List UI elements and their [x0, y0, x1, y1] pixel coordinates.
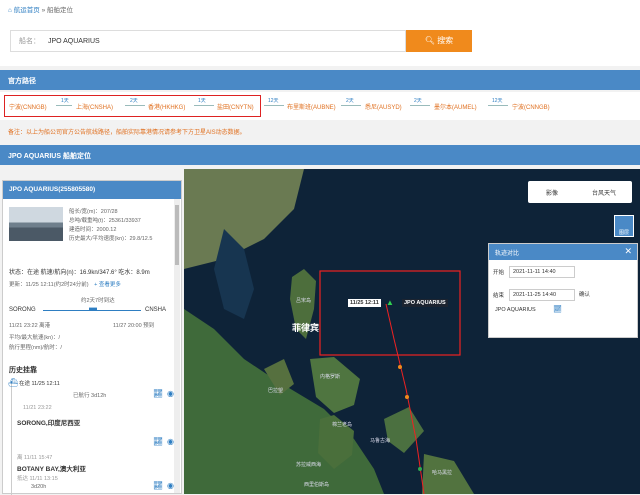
panel-scrollbar[interactable] [174, 199, 180, 493]
map-place: 吕宋岛 [296, 298, 312, 304]
distance-line: 航行里程(nm)/航时：/ [9, 345, 62, 351]
track-start-input[interactable]: 2021-11-11 14:40 [509, 266, 575, 278]
ship-time-label: 11/25 12:11 [348, 299, 381, 307]
history-sub: 抵达 11/11 13:15 [17, 476, 58, 482]
ship-name-label[interactable]: JPO AQUARIUS [402, 299, 448, 307]
ship-marker-icon[interactable]: ▲ [386, 298, 394, 307]
ship-info-line: 总吨/载重吨(t)：25361/33937 [69, 218, 141, 224]
history-title: 历史挂靠 [9, 367, 37, 374]
ship-status: 状态：在途 航速/航向(n)：16.9kn/347.6° 吃水：8.9m [9, 270, 150, 276]
track-end-input[interactable]: 2021-11-25 14:40 [509, 289, 575, 301]
more-link[interactable]: + 查看更多 [94, 282, 121, 288]
eye-icon[interactable]: ◉ [167, 437, 174, 446]
route-port[interactable]: 墨尔本(AUMEL) [434, 102, 477, 111]
speed-line: 平均/最大航速(kn)：/ [9, 335, 61, 341]
history-sub: 已航行 3d12h [73, 393, 107, 399]
map-place: 巴拉望 [268, 388, 284, 394]
route-leg: 2天 [346, 98, 354, 104]
ship-info-line: 历史最大/平均速度(kn)：29.8/12.5 [69, 236, 153, 242]
eye-icon[interactable]: ◉ [167, 481, 174, 490]
breadcrumb-home[interactable]: 航运首页 [14, 7, 40, 14]
route-arrow [488, 105, 508, 106]
route-port[interactable]: 布里斯班(AUBNE) [287, 102, 336, 111]
route-port[interactable]: 香港(HKHKG) [148, 102, 185, 111]
departure-time: 11/21 23:22 离港 [9, 323, 51, 329]
route-arrow [125, 105, 145, 106]
ship-photo[interactable] [9, 207, 63, 241]
history-timeline [11, 381, 12, 495]
route-leg: 1天 [61, 98, 69, 104]
update-time: 更新：11/25 12:11(约2时24分前) [9, 282, 89, 288]
route-port[interactable]: 盐田(CNYTN) [217, 102, 254, 111]
route-leg: 12天 [492, 98, 503, 104]
eye-icon[interactable]: ◉ [167, 389, 174, 398]
search-label: 船名： [19, 38, 40, 45]
map-place: 苏拉威西海 [296, 462, 322, 468]
map-place: 棉兰老岛 [332, 422, 353, 428]
route-arrow [410, 105, 430, 106]
search-input[interactable]: 船名： JPO AQUARIUS [10, 30, 406, 52]
breadcrumb-sep: » [41, 7, 46, 14]
ship-header: JPO AQUARIUS(255805580) [3, 181, 181, 199]
chart-icon[interactable]: 📈︎ [153, 481, 163, 490]
ship-update: 更新：11/25 12:11(约2时24分前) + 查看更多 [9, 280, 121, 288]
ship-info-line: 建造时间：2000.12 [69, 227, 117, 233]
chart-icon[interactable]: 📈︎ [553, 305, 562, 313]
route-port[interactable]: 宁波(CNNGB) [512, 102, 550, 111]
map-place: 西里伯斯岛 [304, 482, 330, 488]
route-leg: 1天 [198, 98, 206, 104]
map-country: 菲律宾 [292, 323, 320, 333]
search-icon: 🔍︎ [424, 36, 435, 45]
close-icon[interactable]: ✕ [624, 246, 632, 257]
search-area: 船名： JPO AQUARIUS 🔍︎ 搜索 [0, 18, 640, 66]
chart-icon[interactable]: 📈︎ [153, 437, 163, 446]
route-port[interactable]: 上海(CNSHA) [76, 102, 113, 111]
official-route-title: 官方路径 [0, 70, 640, 90]
track-compare-panel: 轨迹对比 ✕ 开始 2021-11-11 14:40 结束 2021-11-25… [488, 243, 638, 338]
search-button[interactable]: 🔍︎ 搜索 [406, 30, 472, 52]
track-title: 轨迹对比 [489, 244, 637, 260]
track-ship-name: JPO AQUARIUS [495, 307, 536, 313]
history-duration: 3d20h [31, 484, 47, 490]
breadcrumb: ⌂ 航运首页 » 船舶定位 [0, 0, 640, 18]
history-port: SORONG,印度尼西亚 [17, 420, 81, 427]
history-time: 11/21 23:22 [23, 405, 52, 411]
map-place: 马鲁古海 [370, 438, 391, 444]
tracking-title: JPO AQUARIUS 船舶定位 [0, 145, 640, 165]
satellite-map[interactable]: 影像 台风天气 图层 11/25 12:11 ▲ JPO AQUARIUS 菲律… [184, 169, 640, 494]
route-arrow [194, 105, 214, 106]
route-leg: 12天 [268, 98, 279, 104]
scroll-thumb[interactable] [175, 205, 179, 265]
route-arrow [264, 105, 284, 106]
map-place: 内格罗斯 [320, 374, 341, 380]
search-button-label: 搜索 [437, 36, 454, 45]
history-time: 离 11/11 15:47 [17, 455, 53, 461]
eta-time: 11/27 20:00 预到 [113, 323, 155, 329]
map-place: 哈马黑拉 [432, 470, 453, 476]
ship-info-line: 船长/宽(m)：207/28 [69, 209, 118, 215]
route-arrow [341, 105, 361, 106]
track-start-label: 开始 [493, 270, 505, 276]
route-leg: 2天 [130, 98, 138, 104]
route-port[interactable]: 悉尼(AUSYD) [365, 102, 402, 111]
breadcrumb-current: 船舶定位 [47, 7, 73, 14]
search-value: JPO AQUARIUS [47, 38, 100, 45]
official-route: 宁波(CNNGB) 1天 上海(CNSHA) 2天 香港(HKHKG) 1天 盐… [0, 92, 640, 120]
chart-icon[interactable]: 📈︎ [153, 389, 163, 398]
home-icon[interactable]: ⌂ [8, 7, 12, 14]
route-arrow [56, 105, 72, 106]
route-leg: 2天 [414, 98, 422, 104]
track-end-label: 结束 [493, 293, 505, 299]
ship-info-panel: JPO AQUARIUS(255805580) 船长/宽(m)：207/28 总… [2, 180, 182, 495]
origin-port: SORONG [9, 307, 36, 313]
route-port[interactable]: 宁波(CNNGB) [9, 102, 47, 111]
destination-port: CNSHA [145, 307, 167, 313]
ship-icon: ▬ [89, 303, 97, 312]
history-time: 在途 11/25 12:11 [19, 381, 60, 387]
voyage-note: 约2天7时到达 [81, 298, 115, 304]
history-port: BOTANY BAY,澳大利亚 [17, 466, 86, 473]
track-confirm-button[interactable]: 确认 [579, 290, 590, 298]
route-note: 备注：以上为船公司官方公告航线路径，船舶实际靠港情况请参考下方卫星AIS动态数据… [8, 130, 246, 136]
ship-icon: ⛴︎ [8, 378, 19, 387]
